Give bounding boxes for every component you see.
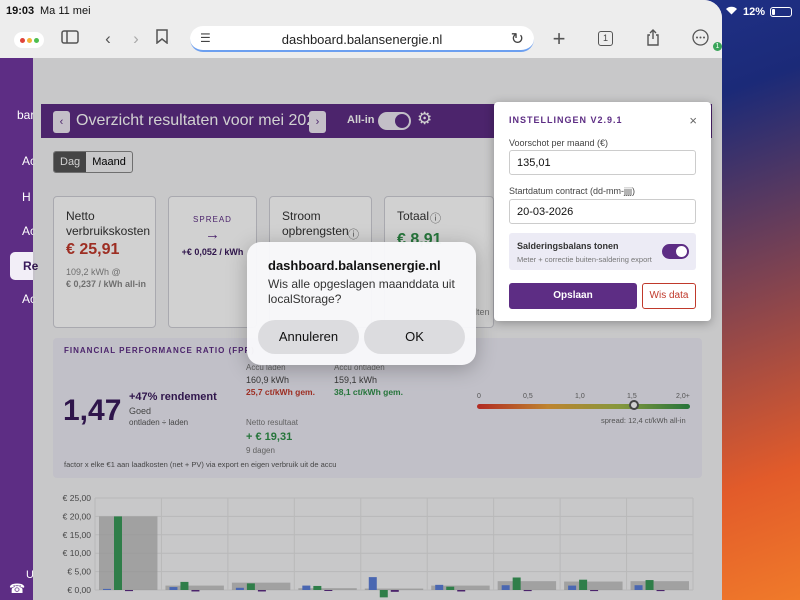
- save-button[interactable]: Opslaan: [509, 283, 637, 309]
- sidebar-item-active[interactable]: Re: [10, 252, 38, 280]
- cancel-button[interactable]: Annuleren: [258, 320, 359, 354]
- clear-data-button[interactable]: Wis data: [642, 283, 696, 309]
- saldering-title: Salderingsbalans tonen: [517, 241, 619, 251]
- address-bar[interactable]: ☰ dashboard.balansenergie.nl ↻: [190, 26, 534, 52]
- settings-panel: INSTELLINGEN V2.9.1 × Voorschot per maan…: [494, 102, 711, 321]
- status-date: Ma 11 mei: [40, 5, 91, 17]
- reload-icon[interactable]: ↻: [511, 29, 524, 49]
- more-icon[interactable]: [690, 29, 710, 49]
- battery-icon: [770, 6, 792, 17]
- confirm-dialog: dashboard.balansenergie.nl Wis alle opge…: [247, 242, 476, 365]
- status-time: 19:03: [6, 5, 35, 17]
- phone-icon[interactable]: ☎: [9, 581, 25, 597]
- brand-label: bar: [17, 108, 35, 122]
- ok-button[interactable]: OK: [364, 320, 465, 354]
- startdatum-input[interactable]: 20-03-2026: [509, 199, 696, 224]
- dialog-title: dashboard.balansenergie.nl: [268, 258, 441, 273]
- saldering-option: Salderingsbalans tonen Meter + correctie…: [509, 233, 696, 270]
- share-icon[interactable]: [643, 29, 663, 49]
- close-icon[interactable]: ×: [689, 113, 697, 128]
- voorschot-label: Voorschot per maand (€): [509, 138, 609, 148]
- battery-percentage: 12%: [742, 5, 765, 18]
- forward-icon[interactable]: ›: [126, 29, 146, 49]
- bookmarks-icon[interactable]: [152, 29, 172, 49]
- settings-title: INSTELLINGEN V2.9.1: [509, 115, 623, 125]
- sidebar-item-2[interactable]: H: [22, 190, 31, 204]
- saldering-toggle[interactable]: [662, 244, 689, 259]
- startdatum-label: Startdatum contract (dd-mm-jjjj): [509, 186, 636, 196]
- new-tab-icon[interactable]: +: [549, 28, 569, 50]
- sidebar-toggle-icon[interactable]: [60, 29, 80, 49]
- dialog-message: Wis alle opgeslagen maanddata uit localS…: [268, 277, 455, 306]
- tab-overview-icon[interactable]: 1: [598, 31, 613, 46]
- url-text: dashboard.balansenergie.nl: [281, 32, 443, 47]
- sidebar: bar Ac H Ac Re Ac U ☎: [0, 58, 38, 600]
- saldering-sub: Meter + correctie buiten-saldering expor…: [517, 255, 652, 264]
- back-icon[interactable]: ‹: [98, 29, 118, 49]
- voorschot-input[interactable]: 135,01: [509, 150, 696, 175]
- window-controls[interactable]: [14, 32, 44, 48]
- extension-badge: 1: [713, 42, 722, 51]
- status-bar: 19:03 Ma 11 mei 12%: [0, 0, 800, 22]
- wifi-icon: [725, 5, 738, 18]
